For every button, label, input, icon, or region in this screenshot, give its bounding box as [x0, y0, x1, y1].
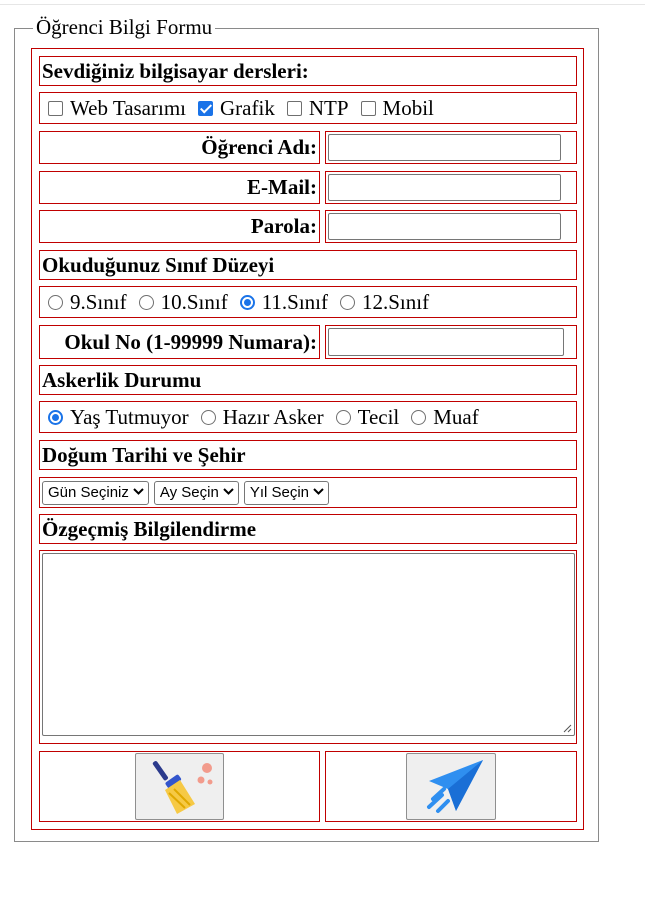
course-checkbox[interactable]: [360, 100, 376, 116]
military-radio[interactable]: [200, 409, 216, 425]
school-no-label: Okul No (1-99999 Numara):: [39, 325, 320, 359]
course-option[interactable]: Mobil: [359, 96, 434, 121]
student-name-input[interactable]: [328, 134, 561, 161]
military-label: Muaf: [433, 404, 479, 429]
military-option[interactable]: Muaf: [409, 405, 479, 430]
military-label: Yaş Tutmuyor: [70, 404, 189, 429]
resize-grip-icon[interactable]: [562, 723, 572, 733]
military-option[interactable]: Yaş Tutmuyor: [46, 405, 189, 430]
military-options: Yaş Tutmuyor Hazır Asker Tecil Muaf: [39, 401, 577, 433]
grade-radio[interactable]: [340, 294, 355, 310]
chevron-down-icon: [313, 487, 324, 498]
military-option[interactable]: Hazır Asker: [199, 405, 324, 430]
grade-label: 11.Sınıf: [261, 289, 328, 314]
course-option[interactable]: NTP: [285, 96, 349, 121]
form-legend: Öğrenci Bilgi Formu: [33, 15, 216, 39]
broom-icon: [152, 760, 212, 814]
paper-plane-icon: [427, 759, 483, 813]
month-select-value: Ay Seçin: [159, 484, 219, 501]
military-heading: Askerlik Durumu: [39, 365, 577, 395]
course-label: NTP: [308, 95, 349, 120]
reset-button[interactable]: [135, 753, 224, 820]
password-input[interactable]: [328, 213, 561, 240]
day-select-value: Gün Seçiniz: [48, 484, 129, 501]
military-label: Hazır Asker: [222, 404, 324, 429]
cv-heading: Özgeçmiş Bilgilendirme: [39, 514, 577, 544]
grade-option[interactable]: 10.Sınıf: [137, 290, 228, 315]
student-name-label: Öğrenci Adı:: [39, 131, 320, 164]
grade-radio[interactable]: [239, 294, 255, 310]
chevron-down-icon: [133, 487, 144, 498]
course-label: Grafik: [220, 95, 275, 120]
courses-options: Web Tasarımı Grafik NTP Mobil: [39, 92, 577, 124]
password-label: Parola:: [39, 210, 320, 243]
course-label: Mobil: [382, 95, 434, 120]
month-select[interactable]: Ay Seçin: [153, 480, 239, 505]
grade-radio[interactable]: [138, 294, 154, 310]
school-no-input[interactable]: [328, 328, 564, 356]
military-radio[interactable]: [411, 409, 427, 425]
military-option[interactable]: Tecil: [334, 404, 400, 430]
chevron-down-icon: [223, 487, 234, 498]
grade-options: 9.Sınıf 10.Sınıf 11.Sınıf 12.Sınıf: [39, 286, 577, 318]
grade-label: 12.Sınıf: [362, 289, 430, 314]
military-radio[interactable]: [48, 409, 63, 425]
year-select[interactable]: Yıl Seçin: [243, 480, 330, 505]
course-checkbox[interactable]: [286, 100, 302, 116]
grade-option[interactable]: 11.Sınıf: [238, 290, 328, 315]
email-input[interactable]: [328, 174, 561, 201]
email-label: E-Mail:: [39, 171, 320, 204]
top-divider: [0, 4, 645, 5]
courses-heading: Sevdiğiniz bilgisayar dersleri:: [39, 56, 577, 86]
grade-label: 10.Sınıf: [160, 289, 228, 314]
submit-button[interactable]: [406, 753, 496, 820]
course-option[interactable]: Grafik: [196, 96, 275, 121]
grade-option[interactable]: 12.Sınıf: [338, 290, 429, 315]
year-select-value: Yıl Seçin: [249, 484, 310, 501]
birth-selects: Gün Seçiniz Ay Seçin Yıl Seçin: [39, 477, 577, 508]
grade-label: 9.Sınıf: [70, 289, 127, 314]
course-checkbox[interactable]: [198, 100, 214, 116]
course-label: Web Tasarımı: [70, 95, 187, 120]
day-select[interactable]: Gün Seçiniz: [42, 480, 149, 505]
course-checkbox[interactable]: [48, 100, 63, 116]
cv-textarea[interactable]: [42, 553, 575, 736]
birth-heading: Doğum Tarihi ve Şehir: [39, 440, 577, 470]
grade-heading: Okuduğunuz Sınıf Düzeyi: [39, 250, 577, 280]
grade-option[interactable]: 9.Sınıf: [46, 290, 127, 315]
grade-radio[interactable]: [48, 294, 63, 310]
military-radio[interactable]: [335, 409, 351, 425]
course-option[interactable]: Web Tasarımı: [46, 96, 186, 121]
military-label: Tecil: [357, 404, 400, 429]
